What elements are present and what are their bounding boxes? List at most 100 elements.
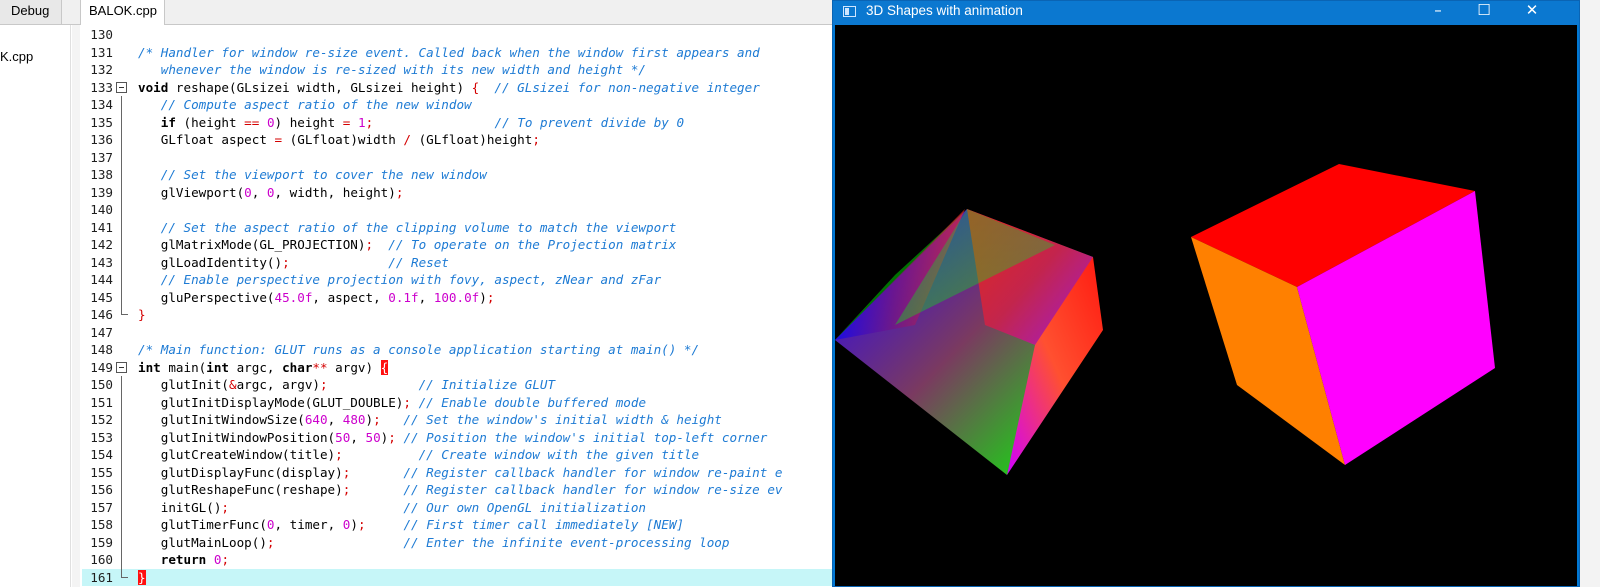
code-text: int main(int argc, char** argv) { (138, 359, 389, 375)
fold-guide-line (121, 113, 122, 131)
line-number: 157 (90, 499, 113, 515)
tab-balok-cpp[interactable]: BALOK.cpp (80, 0, 165, 25)
fold-guide-line (121, 393, 122, 411)
fold-guide-line (121, 218, 122, 236)
fold-guide-line (121, 411, 122, 429)
code-line[interactable]: 142 glMatrixMode(GL_PROJECTION); // To o… (82, 236, 832, 254)
3d-scene (835, 164, 1495, 475)
code-line[interactable]: 141 // Set the aspect ratio of the clipp… (82, 218, 832, 236)
fold-end-marker (121, 306, 128, 315)
code-line[interactable]: 153 glutInitWindowPosition(50, 50); // P… (82, 428, 832, 446)
code-text: /* Main function: GLUT runs as a console… (138, 342, 700, 357)
line-number: 131 (90, 44, 113, 60)
fold-guide-line (121, 446, 122, 464)
line-number: 159 (90, 534, 113, 550)
code-text: // Compute aspect ratio of the new windo… (160, 97, 472, 112)
line-number: 136 (90, 132, 113, 147)
line-number: 152 (90, 412, 113, 427)
code-line[interactable]: 154 glutCreateWindow(title); // Create w… (82, 446, 832, 464)
code-text: initGL(); // Our own OpenGL initializati… (138, 499, 647, 515)
code-line[interactable]: 148 /* Main function: GLUT runs as a cons… (82, 341, 832, 359)
code-line[interactable]: 140 (82, 201, 832, 219)
code-line[interactable]: 158 glutTimerFunc(0, timer, 0); // First… (82, 516, 832, 534)
code-line[interactable]: 143 glLoadIdentity(); // Reset (82, 253, 832, 271)
code-text: } (138, 569, 146, 585)
minimize-button[interactable]: – (1415, 1, 1461, 25)
code-line[interactable]: 160 return 0; (82, 551, 832, 569)
code-line[interactable]: 152 glutInitWindowSize(640, 480); // Set… (82, 411, 832, 429)
code-line[interactable]: 135 if (height == 0) height = 1; // To p… (82, 113, 832, 131)
code-line[interactable]: 133 void reshape(GLsizei width, GLsizei h… (82, 79, 832, 97)
fold-guide-line (121, 236, 122, 254)
code-text: glViewport(0, 0, width, height); (138, 184, 404, 200)
code-text: // Set the aspect ratio of the clipping … (160, 219, 677, 235)
fold-guide-line (121, 201, 122, 219)
fold-guide-line (121, 96, 122, 114)
code-text: } (138, 307, 146, 322)
line-number: 141 (90, 219, 113, 235)
line-number: 153 (90, 429, 113, 445)
code-line[interactable]: 161} (82, 568, 832, 586)
code-line[interactable]: 139 glViewport(0, 0, width, height); (82, 183, 832, 201)
code-line[interactable]: 156 glutReshapeFunc(reshape); // Registe… (82, 481, 832, 499)
code-line[interactable]: 137 (82, 148, 832, 166)
code-line[interactable]: 131 /* Handler for window re-size event. … (82, 44, 832, 62)
line-number: 145 (90, 289, 113, 305)
code-text: glutTimerFunc(0, timer, 0); // First tim… (138, 517, 684, 532)
code-line[interactable]: 144 // Enable perspective projection wit… (82, 271, 832, 289)
tab-debug[interactable]: Debug (0, 0, 62, 24)
fold-guide-line (121, 516, 122, 534)
code-text: if (height == 0) height = 1; // To preve… (160, 114, 685, 130)
code-line[interactable]: 149 int main(int argc, char** argv) { (82, 359, 832, 377)
code-line[interactable]: 132 whenever the window is re-sized with… (82, 61, 832, 79)
code-text: glutDisplayFunc(display); // Register ca… (138, 464, 783, 480)
code-text: // Set the viewport to cover the new win… (160, 167, 487, 182)
line-number: 144 (90, 272, 113, 287)
code-text: glutInit(&argc, argv); // Initialize GLU… (138, 377, 556, 392)
code-line[interactable]: 147 (82, 324, 832, 342)
code-editor-window: Debug BALOK.cpp K.cpp 130 131 /* Handler f… (0, 0, 832, 587)
code-line[interactable]: 146} (82, 306, 832, 324)
code-line[interactable]: 157 initGL(); // Our own OpenGL initiali… (82, 498, 832, 516)
code-line[interactable]: 138 // Set the viewport to cover the new… (82, 166, 832, 184)
code-line[interactable]: 145 gluPerspective(45.0f, aspect, 0.1f, … (82, 288, 832, 306)
project-file-item[interactable]: K.cpp (0, 49, 33, 64)
code-line[interactable]: 130 (82, 26, 832, 44)
fold-guide-line (121, 288, 122, 306)
fold-end-marker (121, 568, 128, 578)
code-area[interactable]: 130 131 /* Handler for window re-size even… (82, 26, 832, 586)
code-text: GLfloat aspect = (GLfloat)width / (GLflo… (138, 132, 540, 147)
code-line[interactable]: 159 glutMainLoop(); // Enter the infinit… (82, 533, 832, 551)
code-line[interactable]: 155 glutDisplayFunc(display); // Registe… (82, 463, 832, 481)
line-number: 142 (90, 237, 113, 252)
line-number: 150 (90, 377, 113, 392)
line-number: 154 (90, 447, 113, 462)
fold-toggle-icon[interactable] (116, 361, 127, 373)
fold-toggle-icon[interactable] (116, 81, 127, 93)
line-number: 146 (90, 307, 113, 322)
line-number: 138 (90, 167, 113, 182)
line-number: 135 (90, 114, 113, 130)
maximize-button[interactable]: ☐ (1461, 1, 1507, 25)
code-line[interactable]: 150 glutInit(&argc, argv); // Initialize… (82, 376, 832, 394)
line-number: 147 (90, 324, 113, 340)
line-number: 139 (90, 184, 113, 200)
line-number: 137 (90, 149, 113, 165)
code-line[interactable]: 136 GLfloat aspect = (GLfloat)width / (G… (82, 131, 832, 149)
line-number: 149 (90, 359, 113, 375)
code-text: return 0; (160, 552, 230, 567)
close-button[interactable]: ✕ (1509, 1, 1555, 25)
code-text: glLoadIdentity(); // Reset (138, 254, 449, 270)
line-number: 161 (90, 569, 113, 585)
window-title: 3D Shapes with animation (866, 3, 1023, 18)
code-line[interactable]: 151 glutInitDisplayMode(GLUT_DOUBLE); //… (82, 393, 832, 411)
line-number: 158 (90, 517, 113, 532)
editor-gutter (72, 25, 80, 587)
code-text: glutCreateWindow(title); // Create windo… (138, 447, 700, 462)
render-canvas (835, 25, 1577, 586)
code-line[interactable]: 134 // Compute aspect ratio of the new w… (82, 96, 832, 114)
code-text: glutInitWindowSize(640, 480); // Set the… (138, 412, 722, 427)
code-text: glutReshapeFunc(reshape); // Register ca… (138, 482, 783, 497)
line-number: 148 (90, 342, 113, 357)
window-titlebar[interactable]: 3D Shapes with animation – ☐ ✕ (833, 1, 1579, 25)
